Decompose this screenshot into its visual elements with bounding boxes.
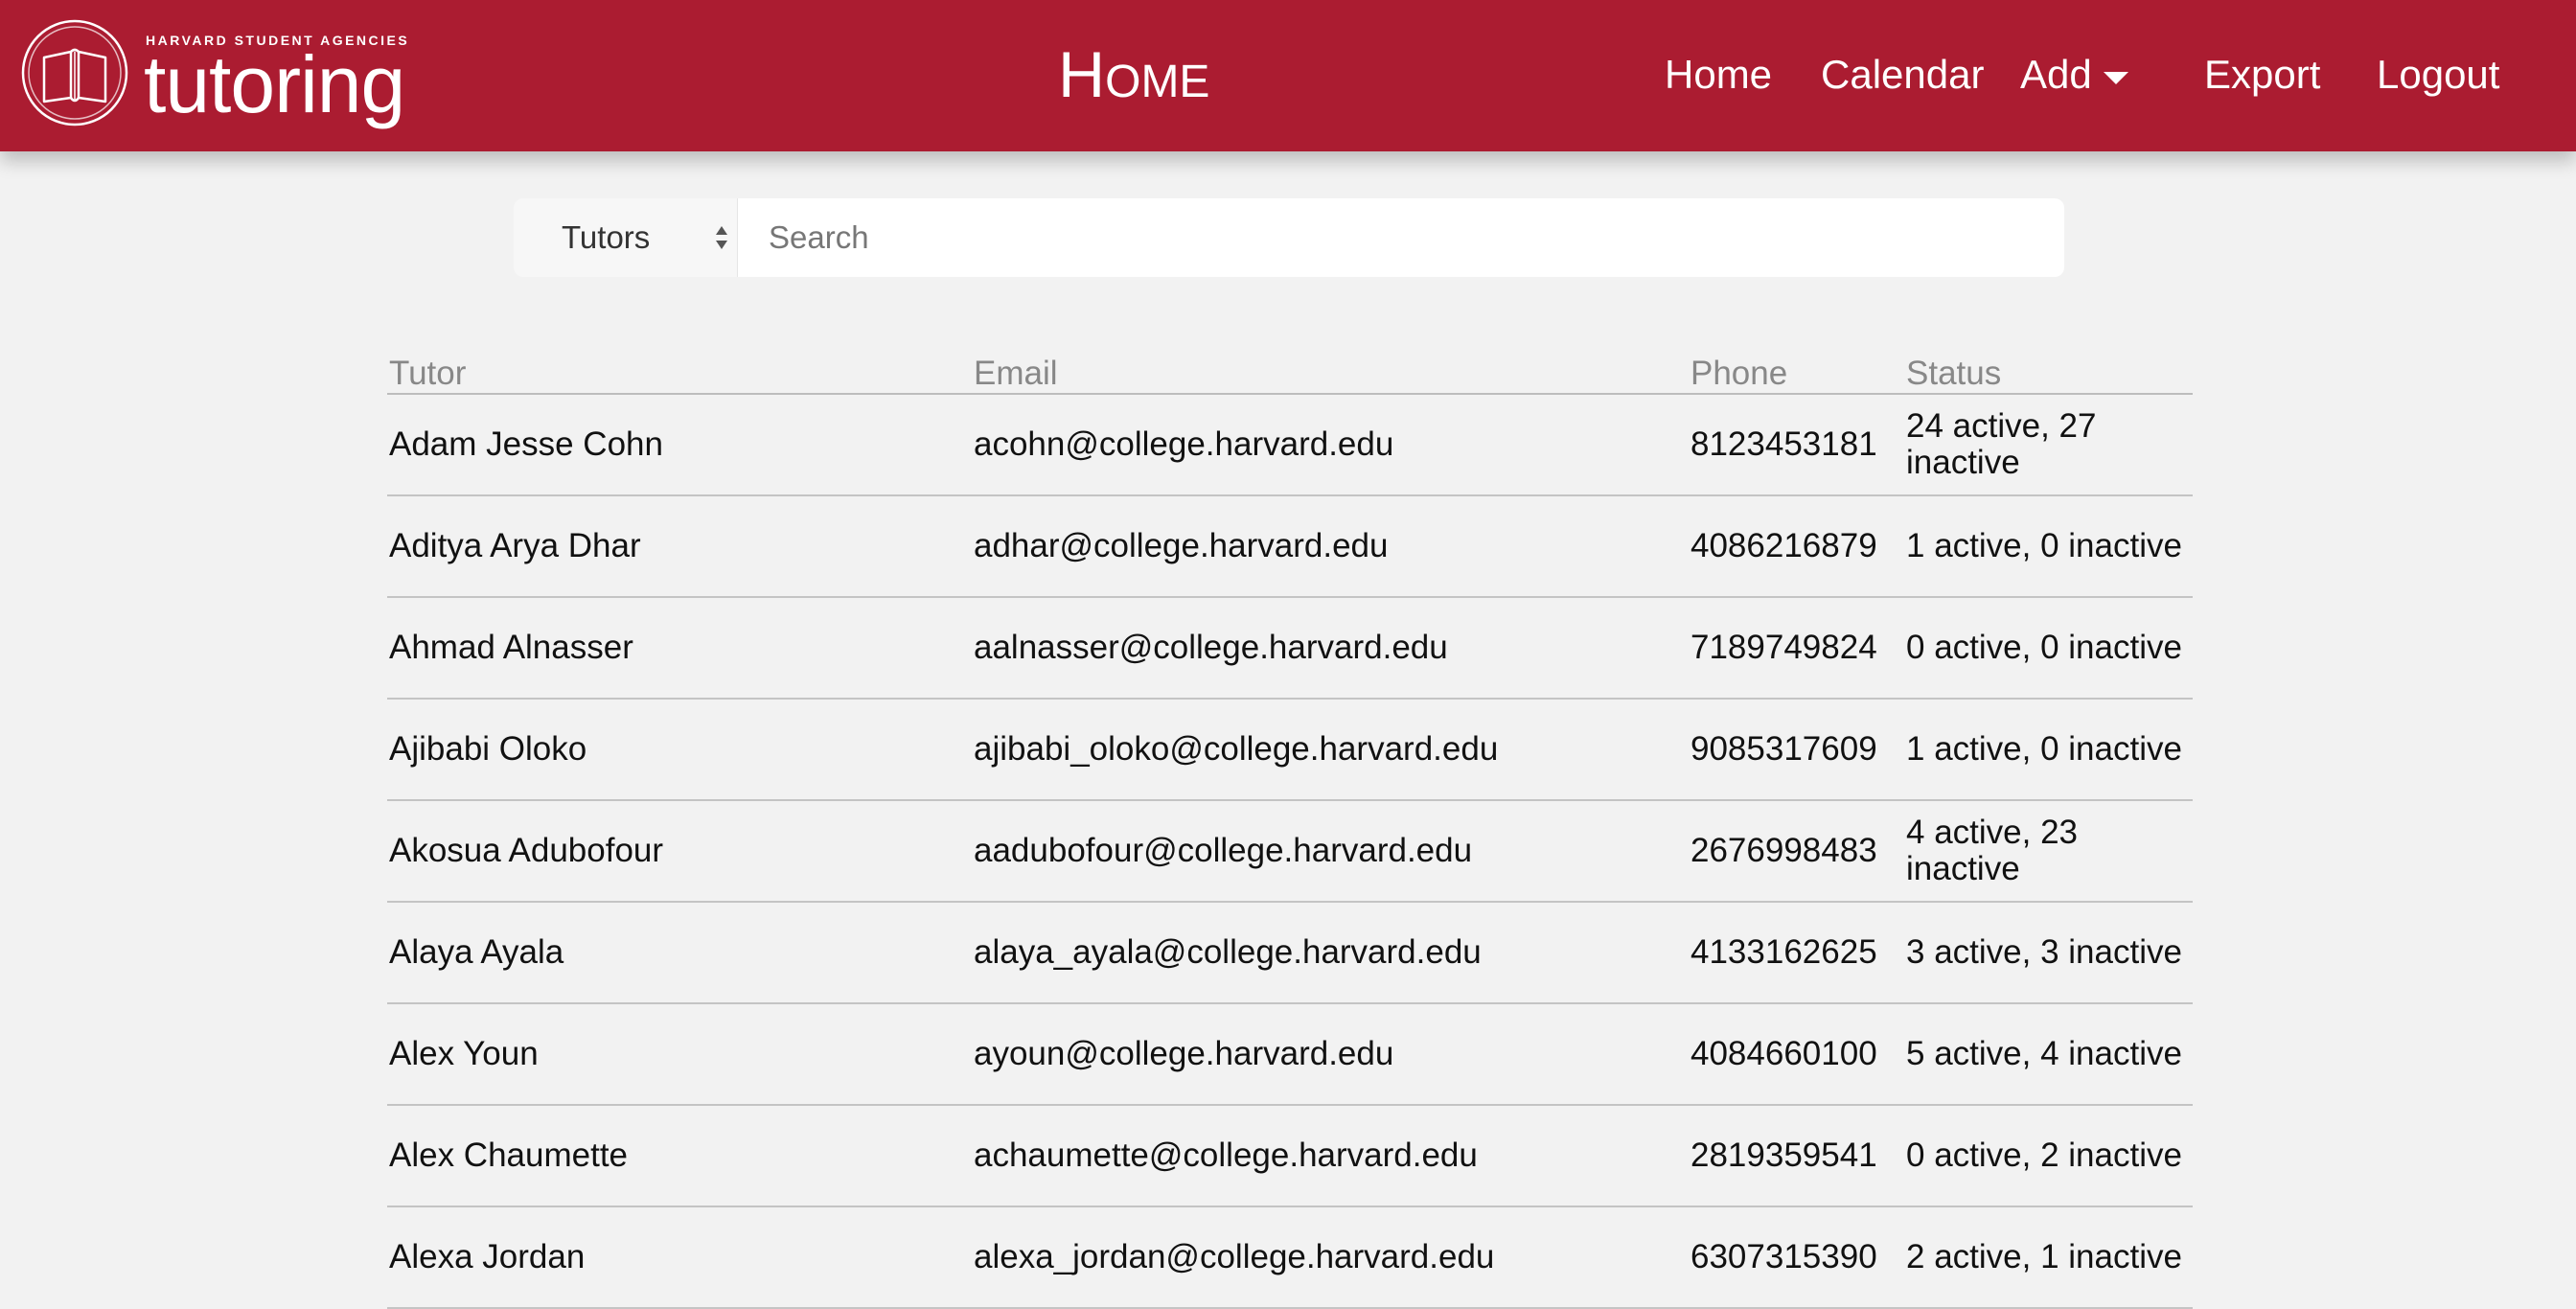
tutor-phone: 4133162625 (1689, 902, 1904, 1004)
search-type-select[interactable]: Tutors (514, 198, 738, 277)
tutor-status: 5 active, 4 inactive (1904, 1003, 2193, 1106)
select-updown-icon (716, 226, 727, 249)
table-row[interactable]: Akosua Adubofour aadubofour@college.harv… (387, 800, 2193, 903)
search-bar: Tutors (514, 198, 2064, 277)
tutor-name: Akosua Adubofour (387, 800, 972, 903)
tutor-name: Ahmad Alnasser (387, 597, 972, 700)
tutor-name: Adam Jesse Cohn (387, 394, 972, 496)
tutor-status: 1 active, 0 inactive (1904, 495, 2193, 598)
tutor-email: alaya_ayala@college.harvard.edu (972, 902, 1689, 1004)
tutor-name: Alex Youn (387, 1003, 972, 1106)
tutor-phone: 7189749824 (1689, 597, 1904, 700)
table-row[interactable]: Alex Youn ayoun@college.harvard.edu 4084… (387, 1003, 2193, 1106)
tutor-email: aadubofour@college.harvard.edu (972, 800, 1689, 903)
tutor-email: achaumette@college.harvard.edu (972, 1105, 1689, 1207)
table-header-row: Tutor Email Phone Status (387, 347, 2193, 395)
tutor-email: ayoun@college.harvard.edu (972, 1003, 1689, 1106)
tutor-status: 3 active, 3 inactive (1904, 902, 2193, 1004)
table-row[interactable]: Aditya Arya Dhar adhar@college.harvard.e… (387, 495, 2193, 598)
column-header-tutor[interactable]: Tutor (387, 347, 972, 395)
nav-export-link[interactable]: Export (2204, 48, 2320, 102)
tutor-phone: 6307315390 (1689, 1206, 1904, 1309)
tutor-email: alexa_jordan@college.harvard.edu (972, 1206, 1689, 1309)
tutor-status: 1 active, 0 inactive (1904, 699, 2193, 801)
tutor-status: 0 active, 2 inactive (1904, 1105, 2193, 1207)
tutor-status: 2 active, 1 inactive (1904, 1206, 2193, 1309)
search-type-selected-value: Tutors (562, 219, 651, 255)
column-header-status[interactable]: Status (1904, 347, 2193, 395)
search-input[interactable] (738, 198, 2064, 277)
column-header-phone[interactable]: Phone (1689, 347, 1904, 395)
table-row[interactable]: Alaya Ayala alaya_ayala@college.harvard.… (387, 902, 2193, 1004)
tutor-email: adhar@college.harvard.edu (972, 495, 1689, 598)
nav-calendar-link[interactable]: Calendar (1821, 48, 1984, 102)
table-row[interactable]: Alexa Jordan alexa_jordan@college.harvar… (387, 1206, 2193, 1309)
caret-down-icon (2103, 71, 2128, 84)
tutor-status: 0 active, 0 inactive (1904, 597, 2193, 700)
tutor-name: Aditya Arya Dhar (387, 495, 972, 598)
tutor-phone: 2676998483 (1689, 800, 1904, 903)
tutors-table: Tutor Email Phone Status Adam Jesse Cohn… (387, 347, 2193, 1309)
tutor-phone: 4086216879 (1689, 495, 1904, 598)
nav-add-label: Add (2020, 52, 2092, 97)
tutoring-logo[interactable]: HARVARD STUDENT AGENCIES tutoring (21, 19, 424, 130)
table-row[interactable]: Ahmad Alnasser aalnasser@college.harvard… (387, 597, 2193, 700)
page-title: Home (1058, 38, 1210, 111)
tutor-name: Alexa Jordan (387, 1206, 972, 1309)
top-navbar: HARVARD STUDENT AGENCIES tutoring Home H… (0, 0, 2576, 151)
tutor-phone: 9085317609 (1689, 699, 1904, 801)
tutor-phone: 8123453181 (1689, 394, 1904, 496)
tutor-name: Ajibabi Oloko (387, 699, 972, 801)
open-book-seal-icon (21, 19, 128, 126)
tutor-name: Alex Chaumette (387, 1105, 972, 1207)
table-row[interactable]: Ajibabi Oloko ajibabi_oloko@college.harv… (387, 699, 2193, 801)
tutor-phone: 4084660100 (1689, 1003, 1904, 1106)
tutor-name: Alaya Ayala (387, 902, 972, 1004)
tutor-email: ajibabi_oloko@college.harvard.edu (972, 699, 1689, 801)
tutor-phone: 2819359541 (1689, 1105, 1904, 1207)
tutor-email: aalnasser@college.harvard.edu (972, 597, 1689, 700)
column-header-email[interactable]: Email (972, 347, 1689, 395)
nav-home-link[interactable]: Home (1665, 48, 1772, 102)
tutor-email: acohn@college.harvard.edu (972, 394, 1689, 496)
table-row[interactable]: Adam Jesse Cohn acohn@college.harvard.ed… (387, 394, 2193, 496)
nav-logout-link[interactable]: Logout (2377, 48, 2499, 102)
nav-add-dropdown[interactable]: Add (2020, 48, 2128, 102)
table-row[interactable]: Alex Chaumette achaumette@college.harvar… (387, 1105, 2193, 1207)
tutor-status: 24 active, 27 inactive (1904, 394, 2193, 496)
logo-wordmark: tutoring (144, 39, 405, 129)
tutor-status: 4 active, 23 inactive (1904, 800, 2193, 903)
